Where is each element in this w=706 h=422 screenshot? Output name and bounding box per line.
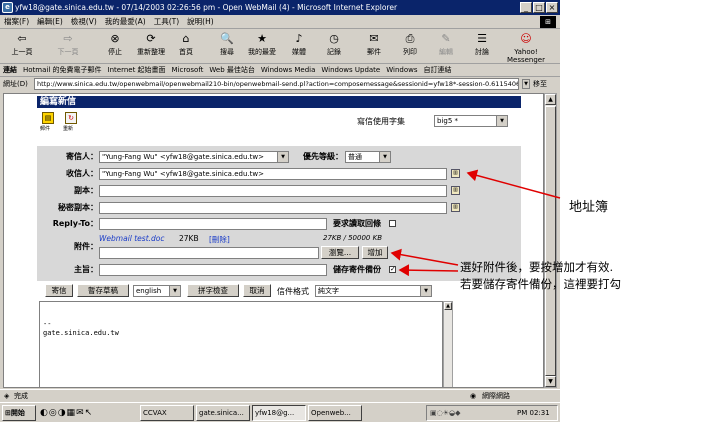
savecopy-arrow <box>398 264 459 277</box>
attach-note-line1: 選好附件後，要按增加才有效. <box>460 260 614 274</box>
addressbook-arrow <box>466 169 561 199</box>
attach-note-line2: 若要儲存寄件備份，這裡要打勾 <box>460 277 621 291</box>
add-button-arrow <box>390 248 459 266</box>
addressbook-note: 地址簿 <box>569 200 609 215</box>
